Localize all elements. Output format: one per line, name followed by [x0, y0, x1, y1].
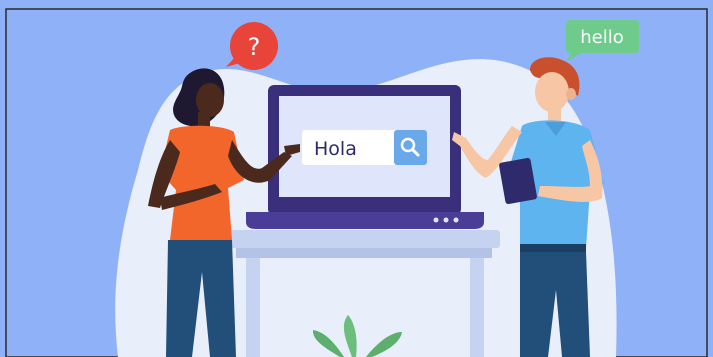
search-button[interactable] [394, 130, 427, 165]
search-box[interactable]: Hola [302, 130, 427, 165]
search-query: Hola [314, 138, 357, 160]
illustration-scene: Hola ? hello [0, 0, 713, 357]
hello-text: hello [580, 27, 624, 48]
question-mark-text: ? [248, 33, 261, 61]
illustration-canvas: Hola ? hello [0, 0, 713, 357]
